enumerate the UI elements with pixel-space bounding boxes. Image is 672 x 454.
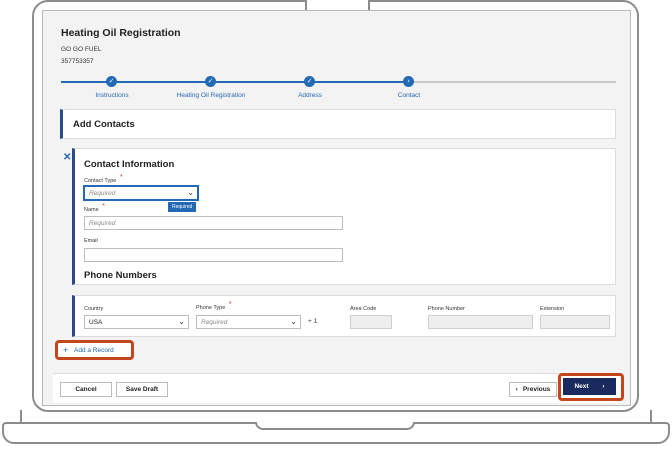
step-label-registration[interactable]: Heating Oil Registration [156, 92, 266, 99]
country-label: Country [84, 306, 104, 312]
chevron-down-icon: ⌄ [290, 317, 297, 326]
step-label-instructions[interactable]: Instructions [57, 92, 167, 99]
required-tooltip: Required [168, 202, 197, 212]
step-contact-arrow-right-icon: › [403, 76, 414, 87]
area-code-label: Area Code [350, 306, 377, 312]
name-label: Name * [84, 203, 105, 213]
account-number: 357753357 [61, 58, 94, 65]
chevron-down-icon: ⌄ [187, 188, 194, 197]
step-registration-check-icon: ✓ [205, 76, 216, 87]
extension-input[interactable] [540, 315, 610, 329]
email-input[interactable] [84, 248, 343, 262]
contact-type-select[interactable]: Required ⌄ [84, 186, 198, 200]
add-contacts-header: Add Contacts [60, 109, 616, 139]
close-icon[interactable]: ✕ [63, 152, 71, 163]
add-record-button[interactable]: + Add a Record [55, 340, 134, 360]
required-asterisk: * [102, 203, 105, 210]
area-code-input[interactable] [350, 315, 392, 329]
phone-type-select[interactable]: Required ⌄ [196, 315, 301, 329]
contact-type-label: Contact Type * [84, 174, 123, 184]
contact-information-panel: Contact Information Contact Type * Requi… [72, 148, 616, 285]
phone-number-input[interactable] [428, 315, 533, 329]
phone-number-label: Phone Number [428, 306, 465, 312]
chevron-down-icon: ⌄ [178, 317, 185, 326]
phone-numbers-title: Phone Numbers [84, 270, 157, 281]
add-record-label: Add a Record [74, 347, 114, 354]
step-address-check-icon: ✓ [304, 76, 315, 87]
page-title: Heating Oil Registration [61, 27, 181, 39]
extension-label: Extension [540, 306, 565, 312]
name-input[interactable]: Required [84, 216, 343, 230]
laptop-base-groove [255, 422, 415, 430]
phone-type-label: Phone Type * [196, 301, 232, 311]
country-code: + 1 [308, 318, 318, 325]
contact-information-title: Contact Information [84, 159, 175, 170]
section-title: Add Contacts [73, 119, 135, 130]
form-footer: Cancel Save Draft ‹ Previous [53, 373, 617, 403]
step-label-address[interactable]: Address [255, 92, 365, 99]
app-screen: Heating Oil Registration GO GO FUEL 3577… [42, 10, 631, 406]
laptop-illustration: Heating Oil Registration GO GO FUEL 3577… [0, 0, 672, 454]
phone-number-panel: Country USA ⌄ Phone Type * Required ⌄ + … [72, 295, 616, 337]
cancel-button[interactable]: Cancel [60, 382, 112, 397]
previous-button[interactable]: ‹ Previous [509, 382, 557, 397]
chevron-right-icon: › [602, 383, 605, 390]
step-instructions-check-icon: ✓ [106, 76, 117, 87]
required-asterisk: * [228, 301, 232, 308]
chevron-left-icon: ‹ [515, 386, 518, 393]
next-button[interactable]: Next › [563, 378, 616, 395]
email-label: Email [84, 238, 98, 244]
country-select[interactable]: USA ⌄ [84, 315, 189, 329]
required-asterisk: * [119, 174, 123, 181]
plus-icon: + [63, 345, 69, 355]
organization-name: GO GO FUEL [61, 46, 102, 53]
save-draft-button[interactable]: Save Draft [116, 382, 168, 397]
step-label-contact[interactable]: Contact [354, 92, 464, 99]
